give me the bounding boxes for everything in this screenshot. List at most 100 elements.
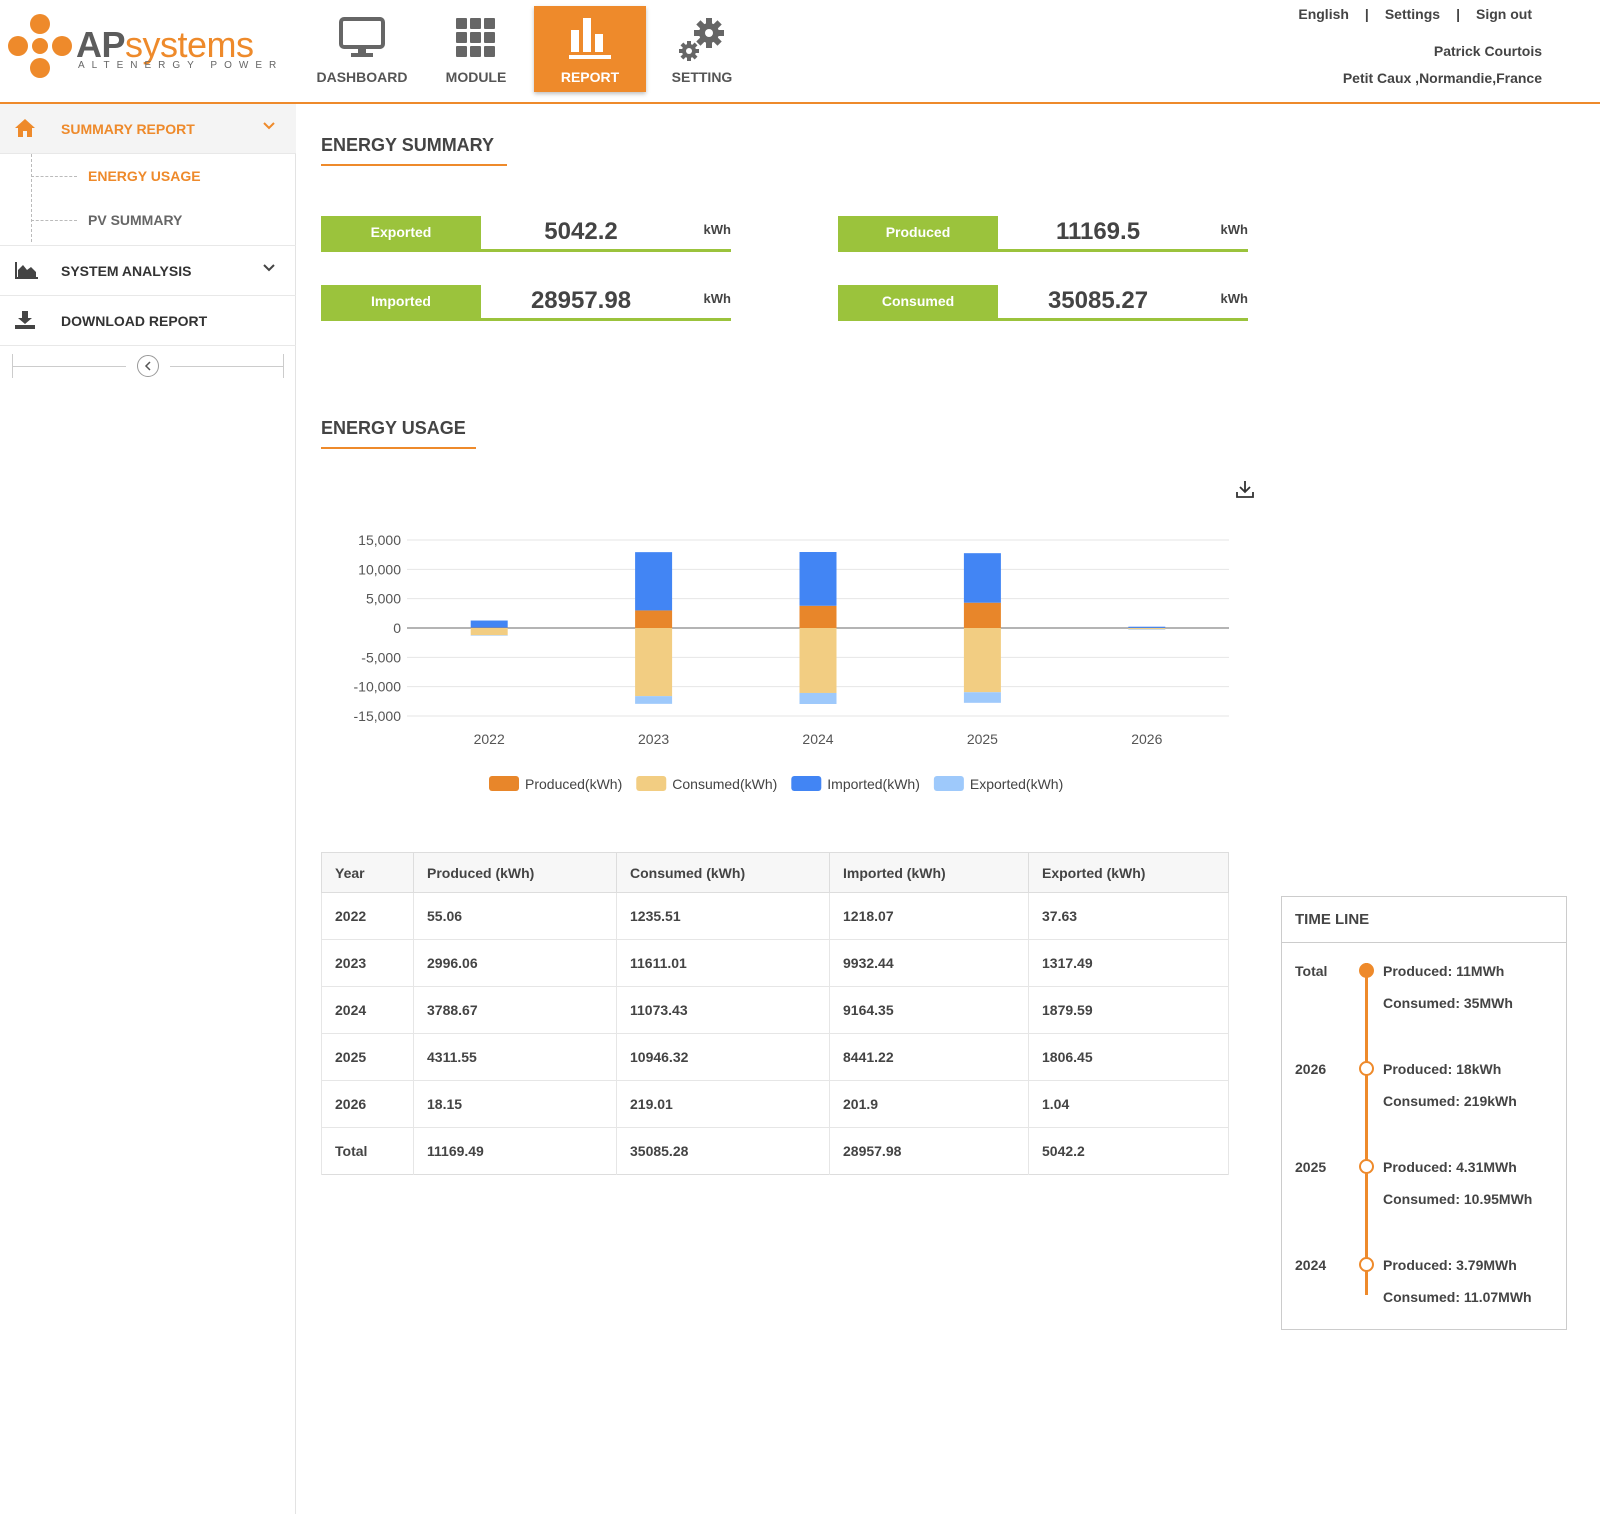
tree-connector [31,220,77,221]
grid-icon [456,18,495,57]
nav-setting[interactable]: SETTING [646,6,758,92]
chart-bar [1128,629,1166,630]
table-header-imported: Imported (kWh) [829,852,1029,893]
chart-y-tick-label: -5,000 [361,649,401,665]
table-cell: 37.63 [1028,892,1229,940]
sign-out-link[interactable]: Sign out [1476,6,1532,22]
chevron-left-icon [144,361,151,371]
timeline-year: Total [1295,963,1328,979]
divider [283,354,284,378]
nav-dashboard[interactable]: DASHBOARD [306,6,418,92]
chart-bar [470,635,508,636]
title-underline [321,447,476,449]
chart-bar [799,552,837,606]
timeline-dot [1359,1159,1374,1174]
timeline-year: 2025 [1295,1159,1327,1175]
chart-legend-label: Imported(kWh) [827,776,920,792]
stat-value: 11169.5 [1055,218,1141,245]
timeline-produced: Produced: 3.79MWh [1383,1257,1517,1273]
timeline-produced: Produced: 4.31MWh [1383,1159,1517,1175]
table-row: 2025 4311.55 10946.32 8441.22 1806.45 [321,1033,1229,1081]
timeline-consumed: Consumed: 35MWh [1383,995,1513,1011]
stat-unit: kWh [703,291,731,306]
chart-x-tick-label: 2024 [802,731,833,747]
chart-bar [963,553,1001,603]
stat-imported: Imported 28957.98 kWh [321,285,731,321]
table-cell: 201.9 [829,1080,1029,1128]
timeline-entry: Total Produced: 11MWh Consumed: 35MWh [1282,963,1566,1033]
collapse-sidebar-button[interactable] [137,355,159,377]
monitor-icon [339,17,385,57]
chart-x-tick-label: 2023 [638,731,669,747]
energy-usage-title: ENERGY USAGE [321,418,466,438]
user-name: Patrick Courtois [1433,43,1542,59]
chart-legend-swatch [636,776,667,791]
table-cell: 1879.59 [1028,986,1229,1034]
table-cell: 11611.01 [616,939,830,987]
chart-y-tick-label: 5,000 [366,591,401,607]
chart-bar [635,552,673,611]
timeline-produced: Produced: 11MWh [1383,963,1505,979]
chart-bar [1128,628,1166,630]
table-cell: 55.06 [413,892,617,940]
table-header-row: Year Produced (kWh) Consumed (kWh) Impor… [321,852,1229,893]
tree-connector [31,176,77,177]
summary-report-subitems: ENERGY USAGE PV SUMMARY [0,154,296,246]
table-cell: Total [321,1127,414,1175]
apsystems-logo-mark-icon [8,14,72,78]
nav-module-label: MODULE [445,69,507,85]
language-link[interactable]: English [1298,6,1349,22]
chart-bar [963,692,1001,703]
header: APsystems ALTENERGY POWER DASHBOARD MODU… [0,0,1600,104]
brand-name-part1: AP [76,24,126,65]
chart-download-icon[interactable] [1234,478,1256,500]
chart-y-tick-label: 15,000 [358,532,401,548]
table-header-consumed: Consumed (kWh) [616,852,830,893]
apsystems-logo[interactable]: APsystems ALTENERGY POWER [8,14,276,80]
chart-legend-label: Produced(kWh) [525,776,622,792]
energy-summary-title: ENERGY SUMMARY [321,135,495,155]
table-cell: 2026 [321,1080,414,1128]
stat-unit: kWh [1220,291,1248,306]
table-cell: 2022 [321,892,414,940]
sidebar-subitem-energy-usage[interactable]: ENERGY USAGE [31,154,271,198]
chart-bar [470,628,508,636]
sidebar-item-system-analysis[interactable]: SYSTEM ANALYSIS [0,246,296,296]
divider [12,366,126,367]
chart-bar [635,610,673,628]
timeline-dot [1359,1257,1374,1272]
settings-link[interactable]: Settings [1385,6,1440,22]
brand-tagline: ALTENERGY POWER [78,60,284,71]
chart-x-tick-label: 2025 [967,731,998,747]
chart-bar [799,692,837,704]
nav-module[interactable]: MODULE [420,6,532,92]
table-cell: 9164.35 [829,986,1029,1034]
table-cell: 10946.32 [616,1033,830,1081]
divider [170,366,284,367]
table-cell: 18.15 [413,1080,617,1128]
top-link-separator: | [1364,6,1369,22]
stat-unit: kWh [703,222,731,237]
sidebar-subitem-label: ENERGY USAGE [88,168,201,184]
top-links: English | Settings | Sign out [1288,6,1542,22]
gears-icon [679,18,724,61]
table-cell: 3788.67 [413,986,617,1034]
sidebar-item-download-report[interactable]: DOWNLOAD REPORT [0,296,296,346]
top-link-separator: | [1456,6,1460,22]
table-row: 2026 18.15 219.01 201.9 1.04 [321,1080,1229,1128]
chart-y-tick-label: 0 [393,620,401,636]
table-header-exported: Exported (kWh) [1028,852,1229,893]
table-cell: 2023 [321,939,414,987]
stat-value: 28957.98 [530,287,632,314]
table-cell: 2996.06 [413,939,617,987]
sidebar-subitem-pv-summary[interactable]: PV SUMMARY [31,198,271,242]
table-cell: 11169.49 [413,1127,617,1175]
download-icon [15,311,35,329]
nav-report-label: REPORT [560,69,620,85]
chart-y-tick-label: 10,000 [358,561,401,577]
sidebar-item-label: SUMMARY REPORT [61,121,195,137]
sidebar-item-summary-report[interactable]: SUMMARY REPORT [0,104,296,154]
area-chart-icon [15,262,38,279]
energy-usage-chart-svg: 15,000 10,000 5,000 0 -5,000 -10,000 -15,000 20… [354,532,1229,792]
nav-report[interactable]: REPORT [534,6,646,92]
